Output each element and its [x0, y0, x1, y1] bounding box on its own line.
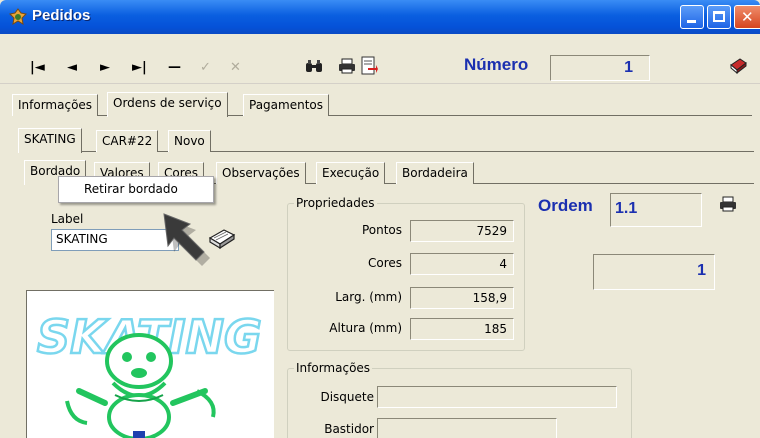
largura-label: Larg. (mm) [335, 290, 402, 304]
minimize-icon [687, 20, 696, 23]
pontos-label: Pontos [361, 223, 402, 237]
title-bar[interactable]: Pedidos ✕ [0, 0, 760, 34]
pontos-field[interactable]: 7529 [410, 220, 514, 242]
propriedades-title: Propriedades [294, 196, 377, 210]
ordem-value: 1.1 [615, 200, 638, 217]
largura-field[interactable]: 158,9 [410, 287, 514, 309]
numero-label: Número [464, 55, 529, 74]
tab-pagamentos[interactable]: Pagamentos [243, 94, 329, 116]
tab-order-skating[interactable]: SKATING [18, 128, 82, 153]
altura-label: Altura (mm) [329, 321, 402, 335]
maximize-icon [713, 11, 725, 22]
disquete-label: Disquete [320, 390, 374, 404]
ordem-field[interactable]: 1.1 [610, 193, 702, 227]
tab-bordadeira[interactable]: Bordadeira [396, 162, 474, 184]
embroidery-preview: SKATING [26, 290, 274, 438]
app-icon [8, 8, 28, 25]
numero-value: 1 [624, 59, 633, 76]
tab-execucao[interactable]: Execução [316, 162, 386, 184]
embroidery-image: SKATING [36, 309, 263, 438]
search-binoculars-icon[interactable] [305, 60, 323, 74]
count-value: 1 [697, 262, 706, 279]
tab-ordens-de-servico[interactable]: Ordens de serviço [107, 92, 228, 117]
window-title: Pedidos [32, 7, 91, 24]
tab-order-novo[interactable]: Novo [168, 130, 211, 152]
tab-observacoes[interactable]: Observações [216, 162, 306, 184]
nav-next-button[interactable]: ► [100, 60, 110, 75]
book-icon[interactable] [728, 57, 748, 75]
cancel-button[interactable]: ✕ [230, 60, 241, 75]
bastidor-field[interactable] [377, 418, 557, 438]
main-tabs: Informações Ordens de serviço Pagamentos [12, 92, 752, 117]
altura-field[interactable]: 185 [410, 318, 514, 340]
order-tabs: SKATING CAR#22 Novo [18, 128, 754, 153]
label-caption: Label [51, 212, 83, 226]
disquete-field[interactable] [377, 386, 617, 408]
export-document-icon[interactable] [360, 56, 378, 76]
maximize-button[interactable] [707, 5, 731, 29]
nav-first-button[interactable]: |◄ [30, 60, 45, 75]
nav-last-button[interactable]: ►| [132, 60, 147, 75]
delete-button[interactable]: — [168, 60, 181, 75]
close-button[interactable]: ✕ [734, 5, 760, 29]
cores-field[interactable]: 4 [410, 253, 514, 275]
tab-order-car22[interactable]: CAR#22 [96, 130, 159, 152]
bastidor-label: Bastidor [324, 422, 374, 436]
print-icon[interactable] [338, 58, 356, 74]
count-field[interactable]: 1 [593, 254, 715, 290]
menu-item-retirar-bordado[interactable]: Retirar bordado [84, 182, 178, 196]
ordem-label: Ordem [538, 196, 593, 215]
cursor-arrow-icon [163, 213, 210, 266]
context-menu: Retirar bordado [58, 176, 214, 203]
print-icon[interactable] [718, 196, 738, 212]
numero-field[interactable]: 1 [550, 55, 650, 81]
label-caption-text: Label [51, 212, 84, 226]
informacoes-title: Informações [294, 361, 373, 375]
confirm-button[interactable]: ✓ [200, 60, 211, 75]
minimize-button[interactable] [680, 5, 704, 29]
close-icon: ✕ [741, 8, 754, 26]
nav-prev-button[interactable]: ◄ [67, 60, 77, 75]
cores-label: Cores [367, 256, 402, 270]
pedidos-window: Pedidos ✕ |◄ ◄ ► ►| — ✓ ✕ Número 1 Infor… [0, 0, 760, 438]
tab-informacoes[interactable]: Informações [12, 94, 99, 116]
